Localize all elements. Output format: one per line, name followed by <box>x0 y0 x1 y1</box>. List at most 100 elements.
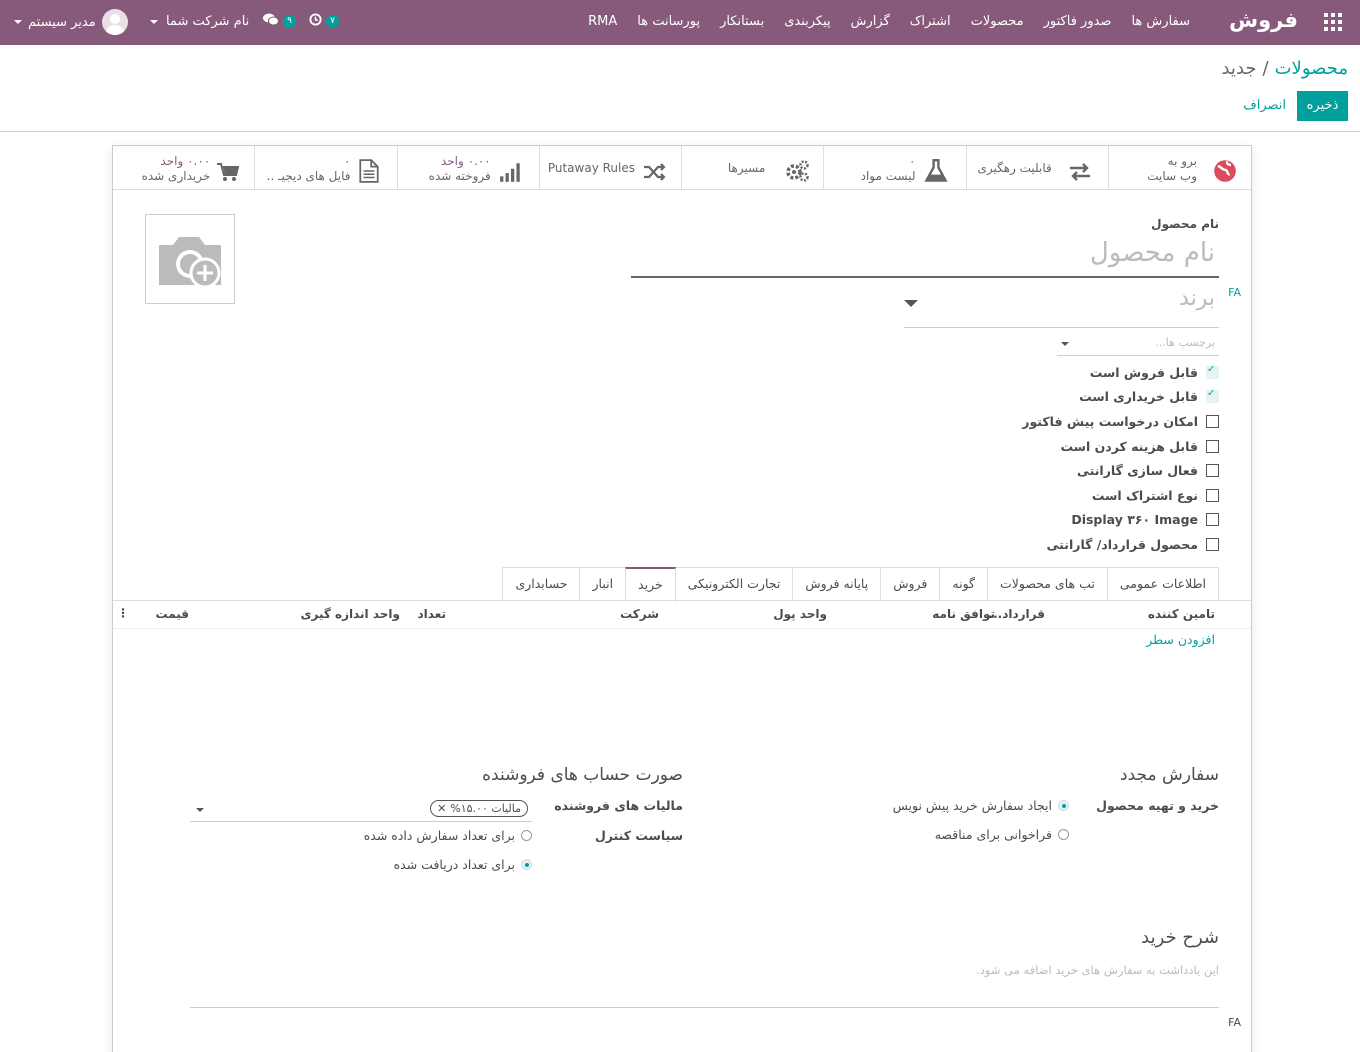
checkbox-unchecked[interactable] <box>1206 488 1219 502</box>
tab-inventory[interactable]: انبار <box>579 567 627 601</box>
checkbox-subscription-type[interactable]: نوع اشتراک است <box>1022 483 1219 508</box>
radio-ordered-quantities[interactable]: برای تعداد سفارش داده شده <box>364 828 532 843</box>
column-vendor[interactable]: تامین کننده <box>1148 607 1215 621</box>
checkbox-checked[interactable] <box>1206 388 1219 404</box>
tab-ecommerce[interactable]: تجارت الکترونیکی <box>674 567 794 601</box>
bom-smart-button-label: لیست مواد <box>860 169 916 183</box>
add-line-link[interactable]: افزودن سطر <box>1146 632 1215 647</box>
tab-general-info[interactable]: اطلاعات عمومی <box>1106 567 1219 601</box>
user-menu[interactable]: مدیر سیستم <box>14 9 128 35</box>
radio-selected[interactable] <box>1058 800 1069 811</box>
sold-smart-button[interactable]: ۰.۰۰ واحد فروخته شده <box>398 146 540 190</box>
brand-select[interactable]: برند <box>904 286 1219 328</box>
menu-rma[interactable]: RMA <box>588 14 617 29</box>
column-options-icon[interactable]: ⋮ <box>117 606 129 620</box>
control-panel-divider <box>0 131 1360 132</box>
column-price[interactable]: قیمت <box>155 607 189 621</box>
menu-reporting[interactable]: گزارش <box>851 14 890 29</box>
putaway-rules-label: Putaway Rules <box>547 161 635 175</box>
radio-unselected[interactable] <box>521 830 532 841</box>
digital-files-smart-button[interactable]: ۰ فایل های دیجیـ .. <box>255 146 398 190</box>
checkbox-can-be-expensed[interactable]: قابل هزینه کردن است <box>1022 434 1219 459</box>
purchased-smart-button[interactable]: ۰.۰۰ واحد خریداری شده <box>113 146 256 190</box>
checkbox-unchecked[interactable] <box>1206 439 1219 453</box>
putaway-rules-smart-button[interactable]: Putaway Rules <box>540 146 682 190</box>
menu-subscription[interactable]: اشتراک <box>910 14 951 29</box>
bom-smart-button[interactable]: ۰ لیست مواد <box>824 146 967 190</box>
apps-menu-icon[interactable] <box>1324 13 1342 31</box>
product-name-input[interactable]: نام محصول <box>631 238 1219 278</box>
tags-select[interactable]: برچسب ها... <box>1057 332 1219 356</box>
arrows-exchange-icon <box>1069 163 1090 181</box>
purchase-description-input[interactable]: این یادداشت به سفارش های خرید اضافه می ش… <box>976 963 1219 977</box>
purchased-smart-button-label: خریداری شده <box>141 169 211 183</box>
routes-smart-button[interactable]: مسیرها <box>682 146 825 190</box>
tab-purchase[interactable]: خرید <box>625 567 676 602</box>
radio-label: برای تعداد سفارش داده شده <box>363 828 515 843</box>
main-menu: سفارش ها صدور فاکتور محصولات اشتراک گزار… <box>588 14 1190 29</box>
discard-button[interactable]: انصراف <box>1243 98 1286 113</box>
purchase-description-title: شرح خرید <box>1141 927 1219 948</box>
checkbox-unchecked[interactable] <box>1206 414 1219 428</box>
messaging-button[interactable]: ۹ <box>262 12 296 28</box>
company-switcher[interactable]: نام شرکت شما <box>150 14 249 29</box>
save-button[interactable]: ذخیره <box>1297 91 1348 121</box>
menu-creditor[interactable]: بستانکار <box>720 14 764 29</box>
radio-call-for-tender[interactable]: فراخوانی برای مناقصه <box>935 827 1069 842</box>
checkbox-display-360[interactable]: Display ۳۶۰ Image <box>1022 508 1219 533</box>
checkbox-label: قابل هزینه کردن است <box>1060 438 1198 454</box>
breadcrumb-products-link[interactable]: محصولات <box>1275 58 1348 79</box>
column-company[interactable]: شرکت <box>620 607 659 621</box>
checkbox-warranty-activation[interactable]: فعال سازی گارانتی <box>1022 458 1219 483</box>
checkbox-unchecked[interactable] <box>1206 537 1219 551</box>
radio-received-quantities[interactable]: برای تعداد دریافت شده <box>394 857 532 872</box>
bar-chart-icon <box>499 163 520 182</box>
radio-selected[interactable] <box>521 859 532 870</box>
comments-icon <box>263 13 279 26</box>
app-brand[interactable]: فروش <box>1229 8 1298 32</box>
column-contract[interactable]: قرارداد... <box>989 607 1045 621</box>
column-currency[interactable]: واحد پول <box>773 607 827 621</box>
checkbox-can-be-purchased[interactable]: قابل خریداری است <box>1022 385 1219 410</box>
tab-sales[interactable]: فروش <box>880 567 941 601</box>
caret-down-icon <box>1061 342 1069 346</box>
caret-down-icon <box>150 19 158 24</box>
menu-commissions[interactable]: پورسانت ها <box>637 14 700 29</box>
checkbox-unchecked[interactable] <box>1206 513 1219 527</box>
website-smart-button[interactable]: برو به وب سایت <box>1109 146 1251 190</box>
traceability-smart-button-label: قابلیت رهگیری <box>977 161 1052 175</box>
radio-draft-po[interactable]: ایجاد سفارش خرید پیش نویس <box>893 798 1069 813</box>
checkbox-quotation-request[interactable]: امکان درخواست پیش فاکتور <box>1022 409 1219 434</box>
tab-point-of-sale[interactable]: پایانه فروش <box>792 567 882 601</box>
vendor-taxes-field[interactable]: مالیات ۱۵.۰۰% ✕ <box>190 798 532 822</box>
radio-unselected[interactable] <box>1058 829 1069 840</box>
column-uom[interactable]: واحد اندازه گیری <box>300 607 400 621</box>
website-smart-button-line2: وب سایت <box>1147 169 1197 183</box>
activity-count-badge: ۷ <box>326 15 339 28</box>
menu-invoicing[interactable]: صدور فاکتور <box>1044 14 1112 29</box>
smart-buttons-bar: برو به وب سایت قابلیت رهگیری ۰ لیست مواد… <box>113 146 1251 190</box>
flask-icon <box>923 159 948 182</box>
remove-tag-icon[interactable]: ✕ <box>437 802 446 816</box>
checkbox-contract-warranty[interactable]: محصول قرارداد/ گارانتی <box>1022 532 1219 557</box>
checkbox-label: قابل فروش است <box>1089 364 1198 380</box>
checkbox-checked[interactable] <box>1206 364 1219 379</box>
tab-variants[interactable]: گونه <box>939 567 988 601</box>
tab-product-tabs[interactable]: تب های محصولات <box>987 567 1108 601</box>
column-agreement[interactable]: توافق نامه <box>932 607 995 621</box>
reordering-section-title: سفارش مجدد <box>1120 765 1219 785</box>
column-quantity[interactable]: تعداد <box>418 607 446 621</box>
translate-language-button[interactable]: FA <box>1228 1016 1241 1029</box>
checkbox-can-be-sold[interactable]: قابل فروش است <box>1022 360 1219 385</box>
menu-orders[interactable]: سفارش ها <box>1131 14 1190 29</box>
translate-language-button[interactable]: FA <box>1228 286 1241 299</box>
activity-button[interactable]: ۷ <box>309 12 339 28</box>
sold-quantity: ۰.۰۰ واحد <box>440 154 491 168</box>
checkbox-unchecked[interactable] <box>1206 464 1219 478</box>
menu-products[interactable]: محصولات <box>971 14 1024 29</box>
tab-accounting[interactable]: حسابداری <box>502 567 581 601</box>
product-image-upload[interactable] <box>145 214 235 304</box>
checkbox-label: محصول قرارداد/ گارانتی <box>1046 536 1198 552</box>
traceability-smart-button[interactable]: قابلیت رهگیری <box>967 146 1109 190</box>
menu-configuration[interactable]: پیکربندی <box>784 14 830 29</box>
